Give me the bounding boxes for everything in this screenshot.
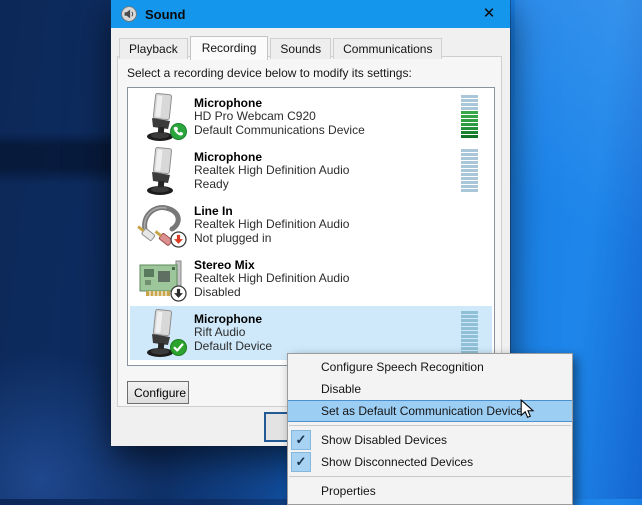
tab-recording[interactable]: Recording [190, 36, 269, 60]
device-description: Realtek High Definition Audio [194, 272, 492, 286]
device-status: Not plugged in [194, 232, 492, 246]
device-text: MicrophoneHD Pro Webcam C920Default Comm… [194, 97, 461, 138]
tab-sounds[interactable]: Sounds [270, 38, 331, 59]
configure-button[interactable]: Configure [127, 381, 189, 404]
menu-item-disable[interactable]: Disable [288, 378, 572, 400]
device-row-realtek-high-definition-audio[interactable]: Stereo MixRealtek High Definition AudioD… [130, 252, 492, 306]
microphone-icon [136, 91, 188, 143]
level-meter [461, 95, 478, 139]
device-name: Stereo Mix [194, 259, 492, 273]
menu-item-label: Properties [321, 484, 376, 498]
menu-item-configure-speech-recognition[interactable]: Configure Speech Recognition [288, 356, 572, 378]
level-meter [461, 311, 478, 355]
device-text: MicrophoneRift AudioDefault Device [194, 313, 461, 354]
device-status: Disabled [194, 286, 492, 300]
desktop: { "window": { "title": "Sound", "close_g… [0, 0, 642, 499]
default-device-badge [170, 339, 187, 356]
menu-item-show-disconnected-devices[interactable]: ✓ Show Disconnected Devices [288, 451, 572, 473]
instruction-label: Select a recording device below to modif… [127, 66, 412, 80]
device-description: Realtek High Definition Audio [194, 164, 461, 178]
device-description: Rift Audio [194, 326, 461, 340]
device-row-realtek-high-definition-audio[interactable]: MicrophoneRealtek High Definition AudioR… [130, 144, 492, 198]
device-name: Line In [194, 205, 492, 219]
default-communications-badge [170, 123, 187, 140]
device-status: Default Communications Device [194, 124, 461, 138]
device-row-rift-audio[interactable]: MicrophoneRift AudioDefault Device [130, 306, 492, 360]
checkmark-icon: ✓ [291, 452, 311, 472]
device-text: Stereo MixRealtek High Definition AudioD… [194, 259, 492, 300]
device-row-hd-pro-webcam-c920[interactable]: MicrophoneHD Pro Webcam C920Default Comm… [130, 90, 492, 144]
disabled-badge [170, 285, 187, 302]
menu-item-label: Disable [321, 382, 361, 396]
menu-item-label: Configure Speech Recognition [321, 360, 484, 374]
menu-item-label: Show Disconnected Devices [321, 455, 473, 469]
device-name: Microphone [194, 151, 461, 165]
recording-device-list[interactable]: MicrophoneHD Pro Webcam C920Default Comm… [127, 87, 495, 366]
tab-strip: PlaybackRecordingSoundsCommunications [119, 36, 444, 59]
device-status: Default Device [194, 340, 461, 354]
speaker-icon [121, 6, 137, 22]
device-row-realtek-high-definition-audio[interactable]: Line InRealtek High Definition AudioNot … [130, 198, 492, 252]
stereo-mix-icon [136, 253, 188, 305]
microphone-icon [136, 145, 188, 197]
menu-item-show-disabled-devices[interactable]: ✓ Show Disabled Devices [288, 429, 572, 451]
checkmark-icon: ✓ [291, 430, 311, 450]
microphone-icon [136, 307, 188, 359]
menu-item-label: Set as Default Communication Device [321, 404, 523, 418]
menu-separator [289, 425, 571, 426]
not-plugged-in-badge [170, 231, 187, 248]
device-name: Microphone [194, 313, 461, 327]
device-description: HD Pro Webcam C920 [194, 110, 461, 124]
device-context-menu: Configure Speech Recognition Disable Set a… [287, 353, 573, 505]
tab-playback[interactable]: Playback [119, 38, 188, 59]
menu-separator [289, 476, 571, 477]
line-in-icon [136, 199, 188, 251]
device-description: Realtek High Definition Audio [194, 218, 492, 232]
window-title: Sound [145, 7, 476, 22]
mouse-cursor [520, 399, 535, 425]
tab-communications[interactable]: Communications [333, 38, 442, 59]
device-status: Ready [194, 178, 461, 192]
menu-item-label: Show Disabled Devices [321, 433, 447, 447]
level-meter [461, 149, 478, 193]
device-text: MicrophoneRealtek High Definition AudioR… [194, 151, 461, 192]
titlebar: Sound ✕ [111, 0, 510, 28]
device-text: Line InRealtek High Definition AudioNot … [194, 205, 492, 246]
close-icon[interactable]: ✕ [476, 0, 502, 28]
device-name: Microphone [194, 97, 461, 111]
